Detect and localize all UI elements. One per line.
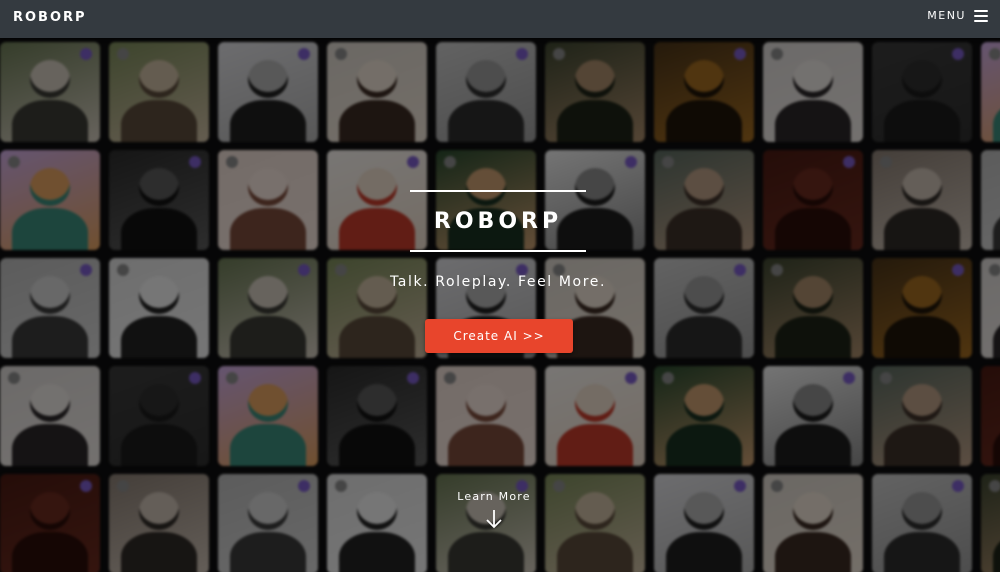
hero-title-frame: ROBORP bbox=[410, 190, 586, 252]
hamburger-icon bbox=[974, 9, 988, 22]
brand-logo[interactable]: ROBORP bbox=[13, 10, 87, 25]
top-navbar: ROBORP MENU bbox=[0, 0, 1000, 38]
hero-title: ROBORP bbox=[433, 208, 563, 234]
menu-label: MENU bbox=[927, 9, 966, 22]
learn-more-label: Learn More bbox=[457, 490, 531, 503]
menu-button[interactable]: MENU bbox=[927, 9, 988, 22]
create-ai-button[interactable]: Create AI >> bbox=[425, 319, 573, 353]
hero-section: ROBORP Talk. Roleplay. Feel More. Create… bbox=[0, 38, 1000, 572]
hero-tagline: Talk. Roleplay. Feel More. bbox=[389, 274, 607, 290]
page: ROBORP MENU ROBORP Talk. Roleplay. Feel … bbox=[0, 0, 1000, 572]
arrow-down-icon bbox=[486, 510, 502, 529]
learn-more-link[interactable]: Learn More bbox=[444, 490, 544, 529]
